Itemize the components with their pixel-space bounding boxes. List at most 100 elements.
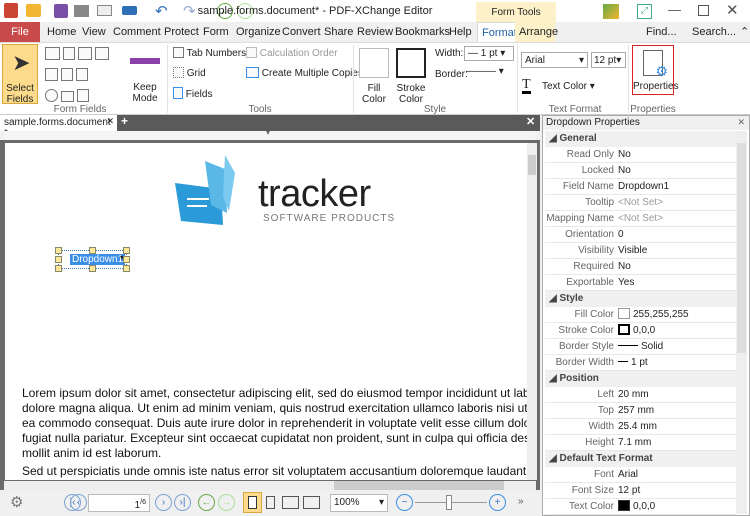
single-page-view-button[interactable] — [243, 492, 262, 513]
menu-share[interactable]: Share — [320, 22, 357, 42]
grid-button[interactable]: Grid — [173, 67, 206, 79]
vertical-scrollbar[interactable] — [527, 143, 537, 480]
property-row[interactable]: Tooltip <Not Set> — [545, 195, 736, 211]
more-tools-icon[interactable]: » — [518, 496, 524, 507]
last-page-icon[interactable]: ›| — [174, 494, 191, 511]
ruler-toggle[interactable]: ▾ — [4, 128, 536, 140]
page-number-input[interactable]: 1/6 — [88, 494, 150, 512]
create-multiple-copies-button[interactable]: Create Multiple Copies — [246, 67, 363, 79]
border-style-dropdown[interactable]: ——— ▾ — [466, 66, 504, 77]
text-color-button[interactable]: Text Color ▾ — [542, 81, 595, 92]
resize-handle[interactable] — [123, 265, 130, 272]
fill-color-swatch[interactable] — [359, 48, 389, 78]
property-row[interactable]: Fill Color 255,255,255 — [545, 307, 736, 323]
resize-handle[interactable] — [123, 256, 130, 263]
list-box-icon[interactable] — [63, 47, 76, 60]
keep-mode-button[interactable]: Keep Mode — [126, 82, 164, 104]
resize-handle[interactable] — [89, 247, 96, 254]
resize-handle[interactable] — [123, 247, 130, 254]
signature-field-icon[interactable] — [78, 47, 93, 60]
radio-field-icon[interactable] — [45, 89, 58, 102]
fields-button[interactable]: Fields — [173, 87, 212, 100]
property-row[interactable]: Width 25.4 mm — [545, 419, 736, 435]
menu-home[interactable]: Home — [43, 22, 80, 42]
width-dropdown[interactable]: — 1 pt ▾ — [464, 46, 514, 61]
property-row[interactable]: Left 20 mm — [545, 387, 736, 403]
property-row[interactable]: Text Color 0,0,0 — [545, 499, 736, 515]
close-button[interactable]: ✕ — [726, 1, 739, 19]
menu-file[interactable]: File — [0, 22, 40, 42]
resize-handle[interactable] — [55, 247, 62, 254]
section-style[interactable]: ◢ Style — [545, 291, 736, 307]
close-tab-icon[interactable]: ✕ — [106, 116, 114, 127]
text-field-icon[interactable] — [45, 47, 60, 60]
menu-protect[interactable]: Protect — [160, 22, 203, 42]
ui-options-icon[interactable] — [603, 4, 619, 19]
property-row[interactable]: Exportable Yes — [545, 275, 736, 291]
next-page-icon[interactable]: › — [155, 494, 172, 511]
zoom-slider-thumb[interactable] — [446, 495, 452, 510]
menu-form[interactable]: Form — [199, 22, 233, 42]
continuous-facing-view-button[interactable] — [303, 496, 320, 509]
panel-scrollbar[interactable] — [736, 131, 747, 514]
property-row[interactable]: Font Arial — [545, 467, 736, 483]
property-row[interactable]: Mapping Name <Not Set> — [545, 211, 736, 227]
property-row[interactable]: Read Only No — [545, 147, 736, 163]
menu-arrange[interactable]: Arrange — [515, 22, 558, 42]
font-size-dropdown[interactable]: 12 pt▾ — [591, 52, 626, 68]
property-row[interactable]: Top 257 mm — [545, 403, 736, 419]
section-default-text-format[interactable]: ◢ Default Text Format — [545, 451, 736, 467]
previous-page-icon[interactable]: ‹ — [70, 494, 87, 511]
next-view-icon[interactable]: → — [218, 494, 235, 511]
document-tab[interactable]: sample.forms.document *✕ — [0, 115, 117, 139]
properties-button[interactable]: ⚙ Properties — [632, 45, 679, 95]
menu-view[interactable]: View — [78, 22, 110, 42]
barcode-field-icon[interactable] — [76, 68, 89, 81]
menu-organize[interactable]: Organize — [232, 22, 285, 42]
close-document-icon[interactable]: ✕ — [526, 115, 535, 128]
section-position[interactable]: ◢ Position — [545, 371, 736, 387]
property-row[interactable]: Stroke Color 0,0,0 — [545, 323, 736, 339]
property-row[interactable]: Font Size 12 pt — [545, 483, 736, 499]
stroke-color-button[interactable]: Stroke Color — [393, 83, 429, 105]
menu-convert[interactable]: Convert — [278, 22, 325, 42]
property-row[interactable]: Locked No — [545, 163, 736, 179]
property-row[interactable]: Border Style Solid — [545, 339, 736, 355]
calculation-order-button[interactable]: Calculation Order — [246, 47, 338, 59]
find-button[interactable]: Find... — [628, 22, 681, 42]
previous-view-icon[interactable]: ← — [198, 494, 215, 511]
fullscreen-icon[interactable]: ⤢ — [637, 4, 652, 19]
property-row[interactable]: Visibility Visible — [545, 243, 736, 259]
tab-numbers-button[interactable]: Tab Numbers — [173, 47, 246, 59]
settings-gear-icon[interactable]: ⚙ — [10, 493, 23, 511]
menu-comment[interactable]: Comment — [109, 22, 165, 42]
facing-view-button[interactable] — [282, 496, 299, 509]
continuous-view-button[interactable] — [266, 496, 275, 509]
property-row[interactable]: Required No — [545, 259, 736, 275]
collapse-ribbon-icon[interactable]: ⌃ — [736, 22, 750, 42]
resize-handle[interactable] — [55, 256, 62, 263]
font-dropdown[interactable]: Arial ▾ — [521, 52, 588, 68]
new-tab-icon[interactable]: + — [121, 114, 128, 128]
fill-color-button[interactable]: Fill Color — [356, 83, 392, 105]
property-row[interactable]: Height 7.1 mm — [545, 435, 736, 451]
property-row[interactable]: Border Width 1 pt — [545, 355, 736, 371]
checkbox-field-icon[interactable] — [45, 68, 58, 81]
resize-handle[interactable] — [55, 265, 62, 272]
menu-help[interactable]: Help — [445, 22, 476, 42]
zoom-dropdown[interactable]: 100% ▾ — [330, 494, 388, 512]
button-field-icon[interactable] — [61, 91, 75, 102]
minimize-button[interactable]: — — [668, 2, 681, 17]
horizontal-scrollbar[interactable] — [4, 481, 536, 490]
search-button[interactable]: Search... — [674, 22, 740, 42]
property-row[interactable]: Orientation 0 — [545, 227, 736, 243]
stroke-color-swatch[interactable] — [396, 48, 426, 78]
maximize-button[interactable] — [698, 5, 709, 16]
image-field-icon[interactable] — [95, 47, 110, 60]
resize-handle[interactable] — [89, 265, 96, 272]
dropdown-field-icon[interactable] — [61, 68, 74, 81]
property-row[interactable]: Field Name Dropdown1 — [545, 179, 736, 195]
close-panel-icon[interactable]: ✕ — [737, 117, 745, 128]
date-field-icon[interactable] — [77, 89, 90, 102]
zoom-out-icon[interactable]: − — [396, 494, 413, 511]
